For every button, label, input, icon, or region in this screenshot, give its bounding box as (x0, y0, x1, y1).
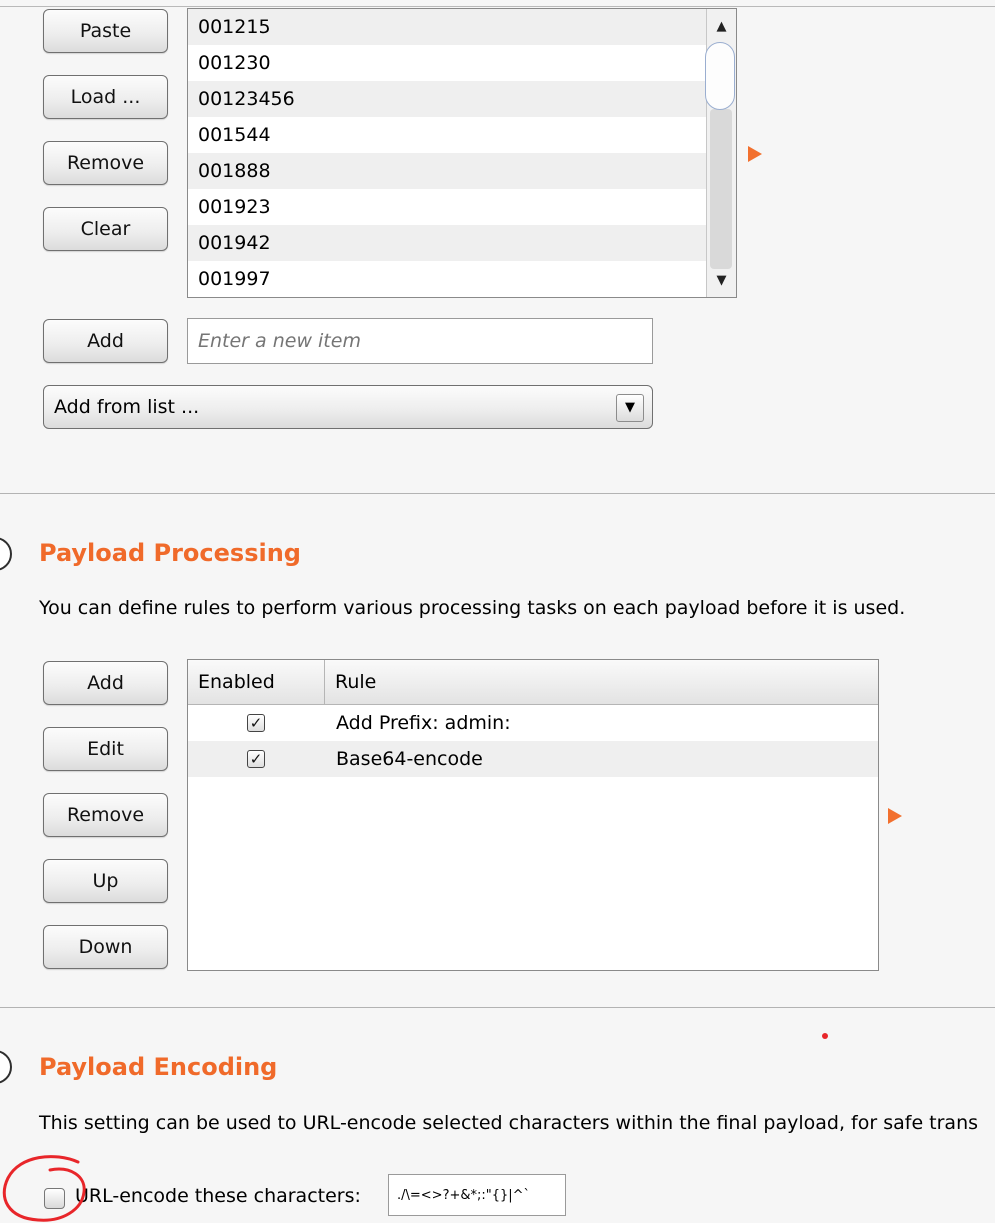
help-icon[interactable]: ? (0, 537, 12, 571)
list-item[interactable]: 001888 (188, 153, 707, 189)
section-description-encoding: This setting can be used to URL-encode s… (39, 1112, 979, 1134)
section-divider (0, 493, 995, 494)
add-item-button[interactable]: Add (43, 319, 168, 363)
add-from-list-select[interactable]: Add from list ... ▼ (43, 385, 653, 429)
up-rule-button[interactable]: Up (43, 859, 168, 903)
top-border (0, 0, 995, 7)
add-from-list-label: Add from list ... (54, 396, 200, 418)
load-button[interactable]: Load ... (43, 75, 168, 119)
list-item[interactable]: 001544 (188, 117, 707, 153)
payload-list[interactable]: 001215 001230 00123456 001544 001888 001… (187, 8, 737, 298)
section-description-processing: You can define rules to perform various … (39, 597, 906, 619)
enabled-checkbox[interactable]: ✓ (247, 714, 265, 732)
scroll-up-icon[interactable]: ▲ (707, 17, 736, 37)
expand-arrow-icon[interactable] (888, 808, 902, 824)
column-header-rule[interactable]: Rule (325, 660, 376, 704)
url-encode-label: URL-encode these characters: (75, 1185, 361, 1207)
add-rule-button[interactable]: Add (43, 661, 168, 705)
list-item[interactable]: 00123456 (188, 81, 707, 117)
rule-text: Add Prefix: admin: (336, 712, 511, 734)
table-row[interactable]: ✓ Add Prefix: admin: (188, 705, 878, 741)
remove-rule-button[interactable]: Remove (43, 793, 168, 837)
list-item[interactable]: 001997 (188, 261, 707, 297)
list-item[interactable]: 001942 (188, 225, 707, 261)
remove-button[interactable]: Remove (43, 141, 168, 185)
scroll-down-icon[interactable]: ▼ (707, 271, 736, 291)
expand-arrow-icon[interactable] (748, 146, 762, 162)
list-item[interactable]: 001230 (188, 45, 707, 81)
edit-rule-button[interactable]: Edit (43, 727, 168, 771)
table-header: Enabled Rule (188, 660, 878, 705)
section-divider (0, 1007, 995, 1008)
payload-list-rows: 001215 001230 00123456 001544 001888 001… (188, 9, 707, 297)
url-encode-characters-input[interactable] (388, 1174, 566, 1216)
section-title-encoding: Payload Encoding (39, 1053, 278, 1081)
clear-button[interactable]: Clear (43, 207, 168, 251)
enabled-checkbox[interactable]: ✓ (247, 750, 265, 768)
new-item-input[interactable] (187, 318, 653, 364)
dropdown-arrow-icon[interactable]: ▼ (616, 394, 644, 422)
paste-button[interactable]: Paste (43, 9, 168, 53)
down-rule-button[interactable]: Down (43, 925, 168, 969)
list-item[interactable]: 001923 (188, 189, 707, 225)
annotation-dot (822, 1033, 828, 1039)
rules-table[interactable]: Enabled Rule ✓ Add Prefix: admin: ✓ Base… (187, 659, 879, 971)
section-title-processing: Payload Processing (39, 539, 301, 567)
vertical-scrollbar[interactable]: ▲ ▼ (705, 9, 736, 297)
annotation-circle (2, 1155, 86, 1222)
scroll-track[interactable] (710, 109, 732, 269)
list-item[interactable]: 001215 (188, 9, 707, 45)
table-row[interactable]: ✓ Base64-encode (188, 741, 878, 777)
scroll-thumb[interactable] (705, 42, 735, 110)
rule-text: Base64-encode (336, 748, 483, 770)
help-icon[interactable]: ? (0, 1050, 12, 1084)
column-header-enabled[interactable]: Enabled (188, 660, 325, 704)
